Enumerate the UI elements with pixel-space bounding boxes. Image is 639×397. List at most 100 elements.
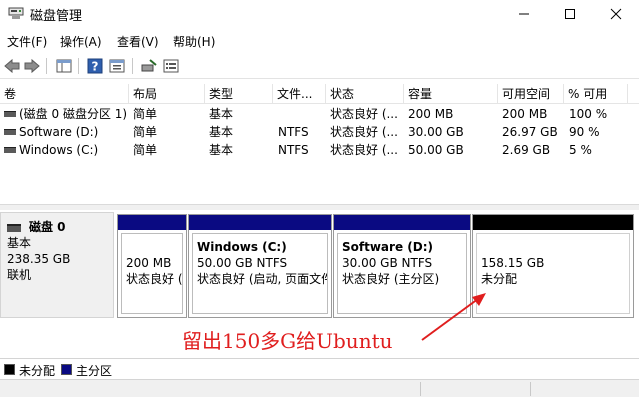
disk-name: 磁盘 0 xyxy=(29,220,66,234)
partition-body: ​ 158.15 GB 未分配 xyxy=(476,233,630,314)
partition-body: ​ 200 MB 状态良好 ( xyxy=(121,233,183,314)
disk-type: 基本 xyxy=(7,236,32,250)
cell-volume: Software (D:) xyxy=(19,125,99,139)
annotation-label: 留出150多G给Ubuntu xyxy=(176,325,420,357)
cell-filesystem: NTFS xyxy=(278,143,309,157)
menu-action[interactable]: 操作(A) xyxy=(60,33,102,50)
partition-size: 200 MB xyxy=(126,256,172,270)
title-bar: 磁盘管理 xyxy=(0,0,639,28)
legend-swatch-unallocated xyxy=(4,364,15,375)
cell-filesystem: NTFS xyxy=(278,125,309,139)
column-header-volume[interactable]: 卷 xyxy=(0,84,129,104)
legend-swatch-primary xyxy=(61,364,72,375)
volume-list-header: 卷 布局 类型 文件... 状态 容量 可用空间 % 可用 xyxy=(0,84,639,104)
console-tree-icon[interactable] xyxy=(55,57,73,75)
maximize-button[interactable] xyxy=(547,0,593,28)
column-header-type[interactable]: 类型 xyxy=(205,84,273,104)
status-divider xyxy=(420,382,421,396)
close-button[interactable] xyxy=(593,0,639,28)
volume-icon xyxy=(4,147,16,153)
partition-windows[interactable]: Windows (C:) 50.00 GB NTFS 状态良好 (启动, 页面文… xyxy=(188,214,332,318)
menu-file[interactable]: 文件(F) xyxy=(7,33,47,50)
partition-size: 158.15 GB xyxy=(481,256,545,270)
toolbar: ? xyxy=(0,53,639,79)
table-row[interactable]: Software (D:) 简单 基本 NTFS 状态良好 (... 30.00… xyxy=(0,123,639,141)
partition-body: Windows (C:) 50.00 GB NTFS 状态良好 (启动, 页面文… xyxy=(192,233,328,314)
minimize-button[interactable] xyxy=(501,0,547,28)
partition-type-bar xyxy=(118,215,186,230)
legend-primary: 主分区 xyxy=(76,364,113,378)
cell-layout: 简单 xyxy=(133,107,158,121)
volume-icon xyxy=(4,129,16,135)
cell-layout: 简单 xyxy=(133,125,158,139)
partition-body: Software (D:) 30.00 GB NTFS 状态良好 (主分区) xyxy=(337,233,467,314)
column-header-free-space[interactable]: 可用空间 xyxy=(498,84,564,104)
cell-status: 状态良好 (... xyxy=(330,125,398,139)
toolbar-separator xyxy=(78,58,79,74)
partition-size: 30.00 GB NTFS xyxy=(342,256,433,270)
disk-status: 联机 xyxy=(7,268,32,282)
toolbar-separator xyxy=(132,58,133,74)
svg-text:?: ? xyxy=(92,60,99,74)
cell-percent-free: 90 % xyxy=(569,125,600,139)
partition-size: 50.00 GB NTFS xyxy=(197,256,288,270)
partition-software[interactable]: Software (D:) 30.00 GB NTFS 状态良好 (主分区) xyxy=(333,214,471,318)
help-icon[interactable]: ? xyxy=(86,57,104,75)
disk-management-icon xyxy=(8,7,24,19)
cell-type: 基本 xyxy=(209,125,234,139)
partition-unallocated[interactable]: ​ 158.15 GB 未分配 xyxy=(472,214,634,318)
forward-arrow-icon[interactable] xyxy=(23,57,41,75)
cell-volume: Windows (C:) xyxy=(19,143,99,157)
status-divider xyxy=(530,382,531,396)
partition-name: Software (D:) xyxy=(342,240,433,254)
partition-status: 状态良好 (启动, 页面文件 xyxy=(197,272,328,286)
properties-icon[interactable] xyxy=(108,57,126,75)
column-header-capacity[interactable]: 容量 xyxy=(404,84,498,104)
partition-type-bar xyxy=(473,215,633,230)
column-header-status[interactable]: 状态 xyxy=(326,84,404,104)
list-view-icon[interactable] xyxy=(162,57,180,75)
toolbar-separator xyxy=(46,58,47,74)
back-arrow-icon[interactable] xyxy=(3,57,21,75)
cell-percent-free: 5 % xyxy=(569,143,592,157)
connect-disk-icon[interactable] xyxy=(140,57,158,75)
cell-status: 状态良好 (... xyxy=(330,143,398,157)
cell-status: 状态良好 (... xyxy=(330,107,398,121)
partition-system-reserved[interactable]: ​ 200 MB 状态良好 ( xyxy=(117,214,187,318)
partition-status: 未分配 xyxy=(481,272,518,286)
disk-icon xyxy=(7,223,21,232)
cell-free-space: 26.97 GB xyxy=(502,125,558,139)
window-title: 磁盘管理 xyxy=(30,9,83,24)
menu-bar: 文件(F) 操作(A) 查看(V) 帮助(H) xyxy=(0,30,639,52)
disk-info[interactable]: 磁盘 0 基本 238.35 GB 联机 xyxy=(0,212,114,318)
cell-free-space: 200 MB xyxy=(502,107,548,121)
partition-name: ​ xyxy=(481,239,629,255)
column-header-percent-free[interactable]: % 可用 xyxy=(564,84,628,104)
partition-type-bar xyxy=(334,215,470,230)
cell-type: 基本 xyxy=(209,107,234,121)
menu-help[interactable]: 帮助(H) xyxy=(173,33,215,50)
status-bar xyxy=(0,379,639,397)
partition-name: Windows (C:) xyxy=(197,240,287,254)
column-header-layout[interactable]: 布局 xyxy=(129,84,205,104)
cell-percent-free: 100 % xyxy=(569,107,608,121)
column-header-filesystem[interactable]: 文件... xyxy=(273,84,326,104)
cell-type: 基本 xyxy=(209,143,234,157)
table-row[interactable]: (磁盘 0 磁盘分区 1) 简单 基本 状态良好 (... 200 MB 200… xyxy=(0,105,639,123)
close-icon xyxy=(610,8,622,20)
partition-status: 状态良好 ( xyxy=(126,272,183,286)
cell-capacity: 200 MB xyxy=(408,107,454,121)
minimize-icon xyxy=(519,13,529,15)
cell-layout: 简单 xyxy=(133,143,158,157)
menu-view[interactable]: 查看(V) xyxy=(117,33,159,50)
volume-icon xyxy=(4,111,16,117)
disk-size: 238.35 GB xyxy=(7,252,71,266)
cell-capacity: 30.00 GB xyxy=(408,125,464,139)
legend: 未分配 主分区 xyxy=(0,358,639,378)
cell-capacity: 50.00 GB xyxy=(408,143,464,157)
partition-name: ​ xyxy=(126,239,182,255)
table-row[interactable]: Windows (C:) 简单 基本 NTFS 状态良好 (... 50.00 … xyxy=(0,141,639,159)
maximize-icon xyxy=(565,9,575,19)
legend-unallocated: 未分配 xyxy=(19,364,56,378)
partition-status: 状态良好 (主分区) xyxy=(342,272,440,286)
